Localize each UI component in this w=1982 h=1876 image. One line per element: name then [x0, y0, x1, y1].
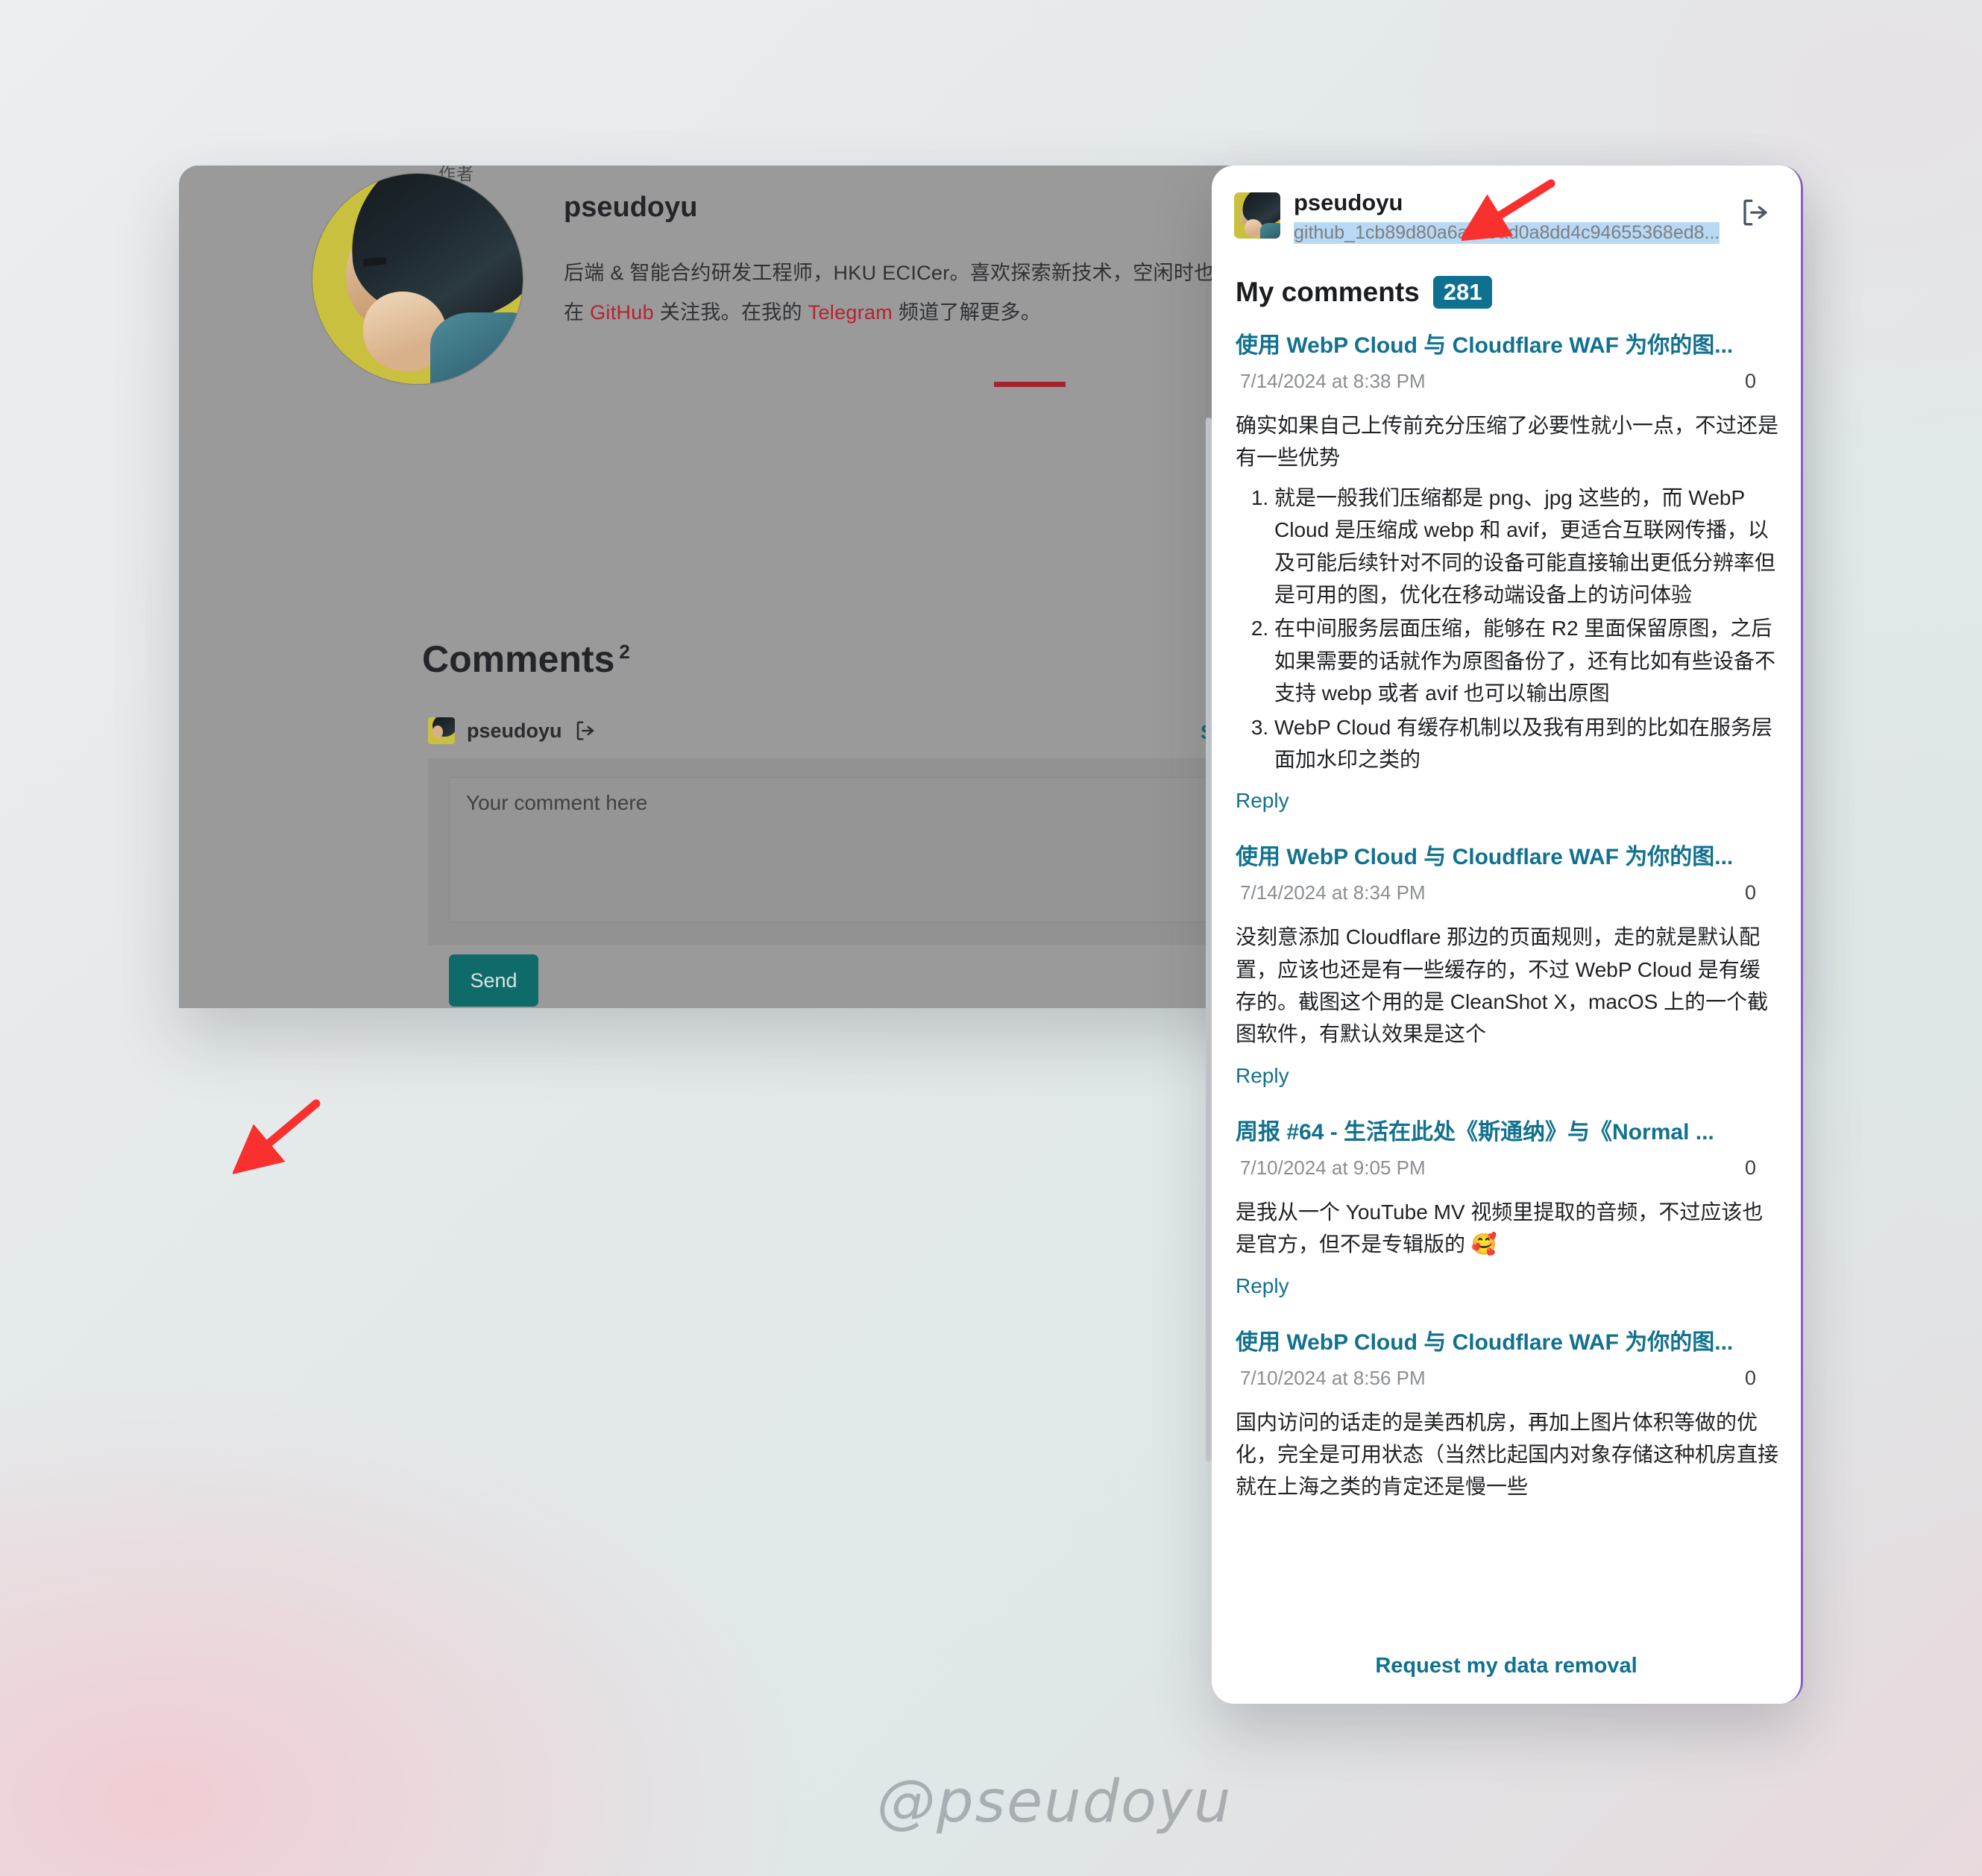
- comment-score: 0: [1744, 1366, 1756, 1389]
- composer-avatar: [428, 717, 455, 744]
- list-item: 就是一般我们压缩都是 png、jpg 这些的，而 WebP Cloud 是压缩成…: [1274, 482, 1778, 611]
- scrollbar[interactable]: [1206, 418, 1212, 1461]
- comment-date: 7/14/2024 at 8:38 PM: [1240, 370, 1426, 392]
- my-comments-widget-panel: pseudoyu github_1cb89d80a6a3c9ad0a8dd4c9…: [1212, 166, 1803, 1704]
- avatar: [1234, 192, 1280, 239]
- comments-count: 2: [619, 640, 630, 664]
- my-comments-header: My comments 281: [1236, 276, 1493, 309]
- list-item: 使用 WebP Cloud 与 Cloudflare WAF 为你的图... 7…: [1212, 327, 1801, 838]
- composer-username: pseudoyu: [467, 719, 562, 742]
- widget-username: pseudoyu: [1294, 189, 1403, 215]
- widget-user-id[interactable]: github_1cb89d80a6a3c9ad0a8dd4c94655368ed…: [1294, 222, 1720, 244]
- comment-post-title-link[interactable]: 使用 WebP Cloud 与 Cloudflare WAF 为你的图...: [1236, 838, 1778, 871]
- bio-text-prefix: 在: [564, 301, 591, 324]
- list-item: 周报 #64 - 生活在此处《斯通纳》与《Normal ... 7/10/202…: [1212, 1113, 1801, 1323]
- comments-heading-label: Comments: [422, 638, 615, 680]
- author-name: pseudoyu: [564, 192, 698, 223]
- composer-user-row: pseudoyu: [428, 717, 597, 744]
- request-data-removal-button[interactable]: Request my data removal: [1375, 1654, 1637, 1678]
- comment-input-placeholder: Your comment here: [466, 791, 648, 814]
- comment-post-title-link[interactable]: 使用 WebP Cloud 与 Cloudflare WAF 为你的图...: [1236, 327, 1778, 359]
- bio-text-mid: 关注我。在我的: [653, 301, 808, 324]
- my-comments-list[interactable]: 使用 WebP Cloud 与 Cloudflare WAF 为你的图... 7…: [1212, 327, 1801, 1646]
- comment-body: 没刻意添加 Cloudflare 那边的页面规则，走的就是默认配置，应该也还是有…: [1236, 925, 1769, 1046]
- list-item: 在中间服务层面压缩，能够在 R2 里面保留原图，之后如果需要的话就作为原图备份了…: [1274, 612, 1778, 709]
- comment-meta: 7/10/2024 at 9:05 PM 0: [1236, 1156, 1778, 1180]
- widget-user-header: pseudoyu github_1cb89d80a6a3c9ad0a8dd4c9…: [1234, 189, 1778, 249]
- comment-meta: 7/14/2024 at 8:38 PM 0: [1236, 370, 1778, 393]
- reply-button[interactable]: Reply: [1236, 1274, 1778, 1298]
- comment-post-title-link[interactable]: 周报 #64 - 生活在此处《斯通纳》与《Normal ...: [1236, 1113, 1778, 1146]
- my-comments-label: My comments: [1236, 277, 1420, 307]
- list-item: WebP Cloud 有缓存机制以及我有用到的比如在服务层面加水印之类的: [1274, 711, 1778, 776]
- send-button[interactable]: Send: [449, 954, 538, 1007]
- comment-meta: 7/14/2024 at 8:34 PM 0: [1236, 881, 1778, 904]
- sign-out-icon[interactable]: [574, 720, 597, 742]
- comment-date: 7/14/2024 at 8:34 PM: [1240, 881, 1426, 904]
- telegram-link[interactable]: Telegram: [808, 301, 893, 324]
- list-item: 使用 WebP Cloud 与 Cloudflare WAF 为你的图... 7…: [1212, 838, 1801, 1113]
- watermark: @pseudoyu: [877, 1769, 1233, 1836]
- github-link[interactable]: GitHub: [590, 301, 654, 324]
- comment-score: 0: [1744, 1156, 1756, 1179]
- annotation-arrow-icon: [233, 1099, 321, 1175]
- comment-body: 国内访问的话走的是美西机房，再加上图片体积等做的优化，完全是可用状态（当然比起国…: [1236, 1410, 1779, 1499]
- sign-out-icon[interactable]: [1740, 197, 1771, 232]
- section-divider: [994, 382, 1066, 387]
- comment-score: 0: [1744, 370, 1756, 392]
- comment-body: 确实如果自己上传前充分压缩了必要性就小一点，不过还是有一些优势 就是一般我们压缩…: [1236, 409, 1778, 775]
- comment-post-title-link[interactable]: 使用 WebP Cloud 与 Cloudflare WAF 为你的图...: [1236, 1323, 1778, 1356]
- bio-text-suffix: 频道了解更多。: [893, 301, 1042, 324]
- author-avatar: [312, 173, 523, 385]
- reply-button[interactable]: Reply: [1236, 789, 1778, 813]
- comment-body: 是我从一个 YouTube MV 视频里提取的音频，不过应该也是官方，但不是专辑…: [1236, 1200, 1764, 1256]
- comment-date: 7/10/2024 at 8:56 PM: [1240, 1366, 1426, 1389]
- comment-score: 0: [1744, 881, 1756, 904]
- comment-body-list: 就是一般我们压缩都是 png、jpg 这些的，而 WebP Cloud 是压缩成…: [1236, 482, 1778, 776]
- comment-date: 7/10/2024 at 9:05 PM: [1240, 1156, 1426, 1179]
- author-bio-line-2: 在 GitHub 关注我。在我的 Telegram 频道了解更多。: [564, 296, 1041, 325]
- widget-footer: Request my data removal: [1212, 1654, 1801, 1678]
- my-comments-count-badge: 281: [1432, 276, 1493, 309]
- reply-button[interactable]: Reply: [1236, 1064, 1778, 1088]
- list-item: 使用 WebP Cloud 与 Cloudflare WAF 为你的图... 7…: [1212, 1323, 1801, 1529]
- comment-body-text: 确实如果自己上传前充分压缩了必要性就小一点，不过还是有一些优势: [1236, 414, 1779, 470]
- comment-meta: 7/10/2024 at 8:56 PM 0: [1236, 1367, 1778, 1390]
- page-title: Comments 2: [422, 638, 630, 681]
